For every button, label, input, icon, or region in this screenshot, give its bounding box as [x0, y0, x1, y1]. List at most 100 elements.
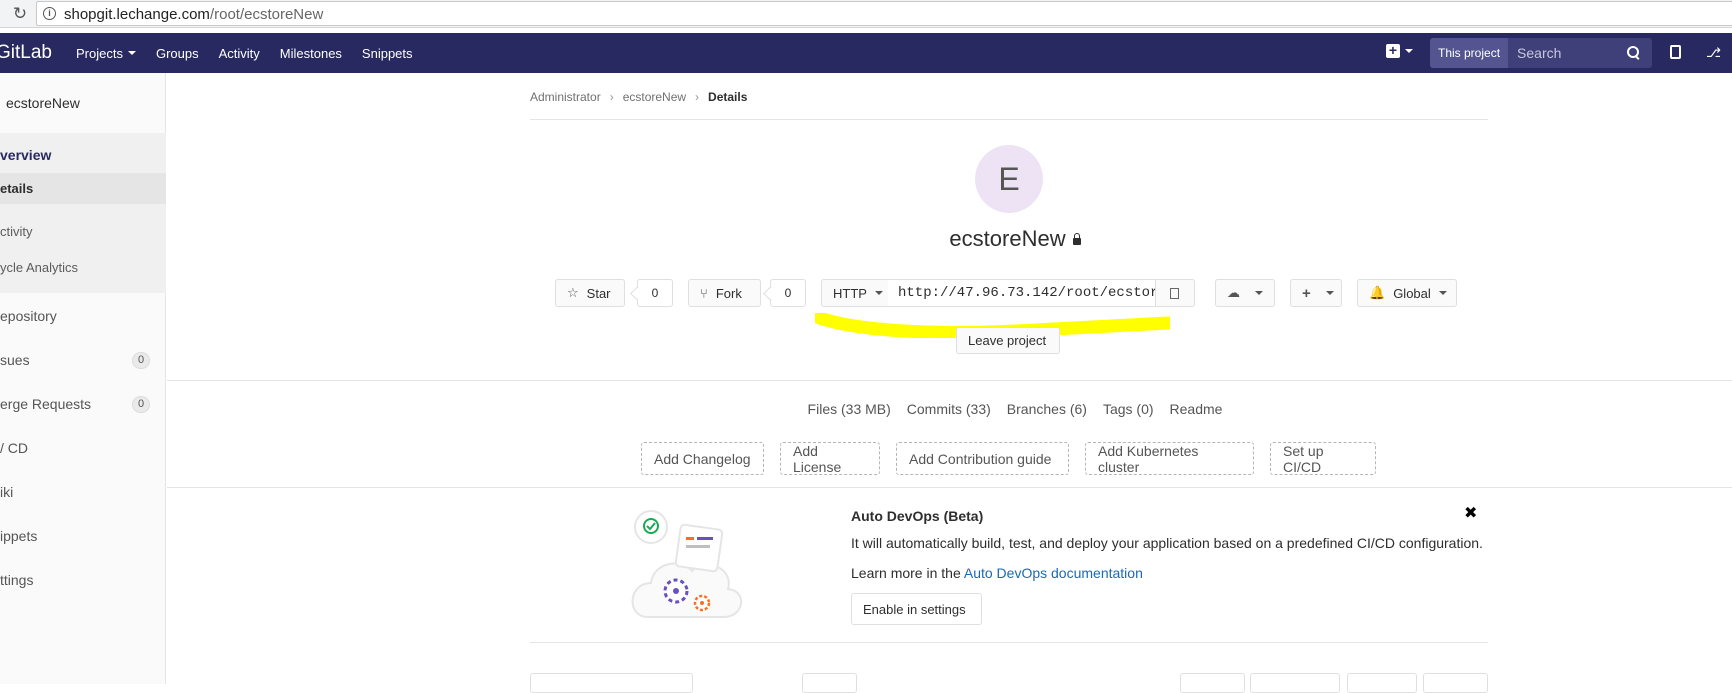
sidebar-item-label: sues: [0, 352, 30, 368]
sidebar-item-overview[interactable]: verview: [0, 147, 166, 163]
sidebar-item-label: verview: [0, 147, 52, 163]
branch-selector[interactable]: [530, 673, 693, 693]
leave-project-label: Leave project: [968, 333, 1047, 348]
stat-readme[interactable]: Readme: [1170, 401, 1223, 417]
merge-request-icon[interactable]: ⎇: [1706, 45, 1721, 61]
issues-count-badge: 0: [132, 352, 150, 369]
clone-protocol-dropdown[interactable]: HTTP: [821, 279, 889, 307]
stat-tags[interactable]: Tags (0): [1103, 401, 1154, 417]
set-up-ci-cd-button[interactable]: Set up CI/CD: [1270, 442, 1376, 475]
new-dropdown[interactable]: +: [1386, 43, 1413, 58]
add-new-dropdown[interactable]: +: [1290, 279, 1342, 307]
nav-milestones[interactable]: Milestones: [280, 46, 342, 61]
fork-count[interactable]: 0: [770, 279, 806, 307]
clone-url-input[interactable]: http://47.96.73.142/root/ecstoreNew.git: [888, 279, 1156, 307]
search-box[interactable]: This project Search: [1430, 38, 1652, 68]
chevron-down-icon: [1438, 291, 1447, 295]
nav-projects[interactable]: Projects: [76, 46, 136, 61]
sidebar-item-details[interactable]: etails: [0, 173, 166, 204]
nav-activity[interactable]: Activity: [219, 46, 260, 61]
info-icon[interactable]: i: [43, 7, 56, 20]
divider: [167, 380, 1732, 381]
star-button[interactable]: ☆ Star: [555, 279, 625, 307]
fork-button[interactable]: ⑂ Fork: [688, 279, 761, 307]
search-icon: [1626, 45, 1642, 61]
nav-groups[interactable]: Groups: [156, 46, 199, 61]
divider: [530, 119, 1488, 120]
sidebar-item-snippets[interactable]: ippets: [0, 528, 166, 544]
notification-label: Global: [1393, 285, 1431, 301]
enable-in-settings-label: Enable in settings: [863, 601, 966, 617]
chevron-down-icon: [874, 291, 883, 295]
learn-more-prefix: Learn more in the: [851, 565, 961, 581]
sidebar-item-label: / CD: [0, 440, 28, 456]
sidebar-item-label: epository: [0, 308, 57, 324]
chevron-down-icon: [1255, 291, 1263, 295]
sidebar-item-ci-cd[interactable]: / CD: [0, 440, 166, 456]
auto-devops-description: It will automatically build, test, and d…: [851, 535, 1483, 551]
clone-protocol-label: HTTP: [833, 285, 867, 301]
gear-hub-icon: [700, 601, 704, 605]
search-input[interactable]: Search: [1517, 45, 1626, 61]
fork-label: Fork: [715, 285, 742, 301]
url-host: shopgit.lechange.com: [64, 6, 210, 23]
divider: [530, 642, 1488, 643]
download-dropdown[interactable]: ☁: [1215, 279, 1275, 307]
doc-line-icon: [686, 545, 710, 548]
leave-project-button[interactable]: Leave project: [956, 327, 1060, 354]
nav-snippets[interactable]: Snippets: [362, 46, 413, 61]
project-avatar: E: [975, 145, 1043, 213]
star-count[interactable]: 0: [637, 279, 673, 307]
issues-icon[interactable]: [1670, 45, 1681, 59]
sidebar-item-label: ttings: [0, 572, 34, 588]
sidebar-item-cycle-analytics[interactable]: ycle Analytics: [0, 260, 166, 275]
add-contribution-guide-button[interactable]: Add Contribution guide: [896, 442, 1069, 475]
url-field[interactable]: i shopgit.lechange.com/root/ecstoreNew: [36, 1, 1732, 26]
sidebar-item-wiki[interactable]: iki: [0, 484, 166, 500]
reload-icon[interactable]: ↻: [10, 4, 30, 24]
auto-devops-learn-more: Learn more in the Auto DevOps documentat…: [851, 565, 1143, 581]
sidebar-item-settings[interactable]: ttings: [0, 572, 166, 588]
toolbar-button[interactable]: [1250, 673, 1340, 693]
clipboard-icon: [1166, 285, 1179, 299]
plus-icon: +: [1386, 43, 1400, 58]
project-stats: Files (33 MB) Commits (33) Branches (6) Tag…: [0, 401, 1732, 417]
breadcrumb-item[interactable]: Administrator: [530, 90, 601, 104]
enable-in-settings-button[interactable]: Enable in settings: [851, 593, 982, 625]
add-kubernetes-cluster-button[interactable]: Add Kubernetes cluster: [1085, 442, 1254, 475]
close-icon[interactable]: ✖: [1464, 503, 1477, 523]
breadcrumb-item[interactable]: ecstoreNew: [623, 90, 686, 104]
search-scope-badge[interactable]: This project: [1430, 38, 1509, 68]
toolbar-button[interactable]: [1423, 673, 1488, 693]
gitlab-logo[interactable]: GitLab: [0, 42, 52, 64]
sidebar-item-repository[interactable]: epository: [0, 308, 166, 324]
breadcrumb: Administrator › ecstoreNew › Details: [530, 90, 747, 104]
add-license-button[interactable]: Add License: [780, 442, 880, 475]
auto-devops-title: Auto DevOps (Beta): [851, 508, 984, 524]
sidebar-item-label: iki: [0, 484, 14, 500]
chevron-right-icon: ›: [609, 90, 614, 104]
sidebar-item-label: ippets: [0, 528, 38, 544]
browser-address-bar: ↻ i shopgit.lechange.com/root/ecstoreNew: [0, 0, 1732, 28]
auto-devops-docs-link[interactable]: Auto DevOps documentation: [964, 565, 1143, 581]
sidebar-project-name[interactable]: ecstoreNew: [6, 95, 80, 111]
plus-icon: +: [1302, 284, 1311, 302]
bell-icon: 🔔: [1369, 285, 1386, 300]
doc-line-icon: [686, 537, 694, 540]
stat-files[interactable]: Files (33 MB): [808, 401, 891, 417]
sidebar-item-issues[interactable]: sues 0: [0, 352, 166, 369]
toolbar-button[interactable]: [1180, 673, 1245, 693]
stat-commits[interactable]: Commits (33): [907, 401, 991, 417]
stat-branches[interactable]: Branches (6): [1007, 401, 1087, 417]
divider: [167, 487, 1732, 488]
notification-dropdown[interactable]: 🔔 Global: [1357, 279, 1457, 307]
toolbar-button[interactable]: [1347, 673, 1417, 693]
chevron-right-icon: ›: [695, 90, 700, 104]
add-changelog-button[interactable]: Add Changelog: [641, 442, 764, 475]
toolbar-button[interactable]: [802, 673, 857, 693]
fork-icon: ⑂: [700, 285, 708, 301]
url-path: /root/ecstoreNew: [209, 6, 324, 23]
breadcrumb-current: Details: [708, 90, 748, 104]
copy-url-button[interactable]: [1155, 279, 1195, 307]
star-label: Star: [586, 285, 611, 301]
